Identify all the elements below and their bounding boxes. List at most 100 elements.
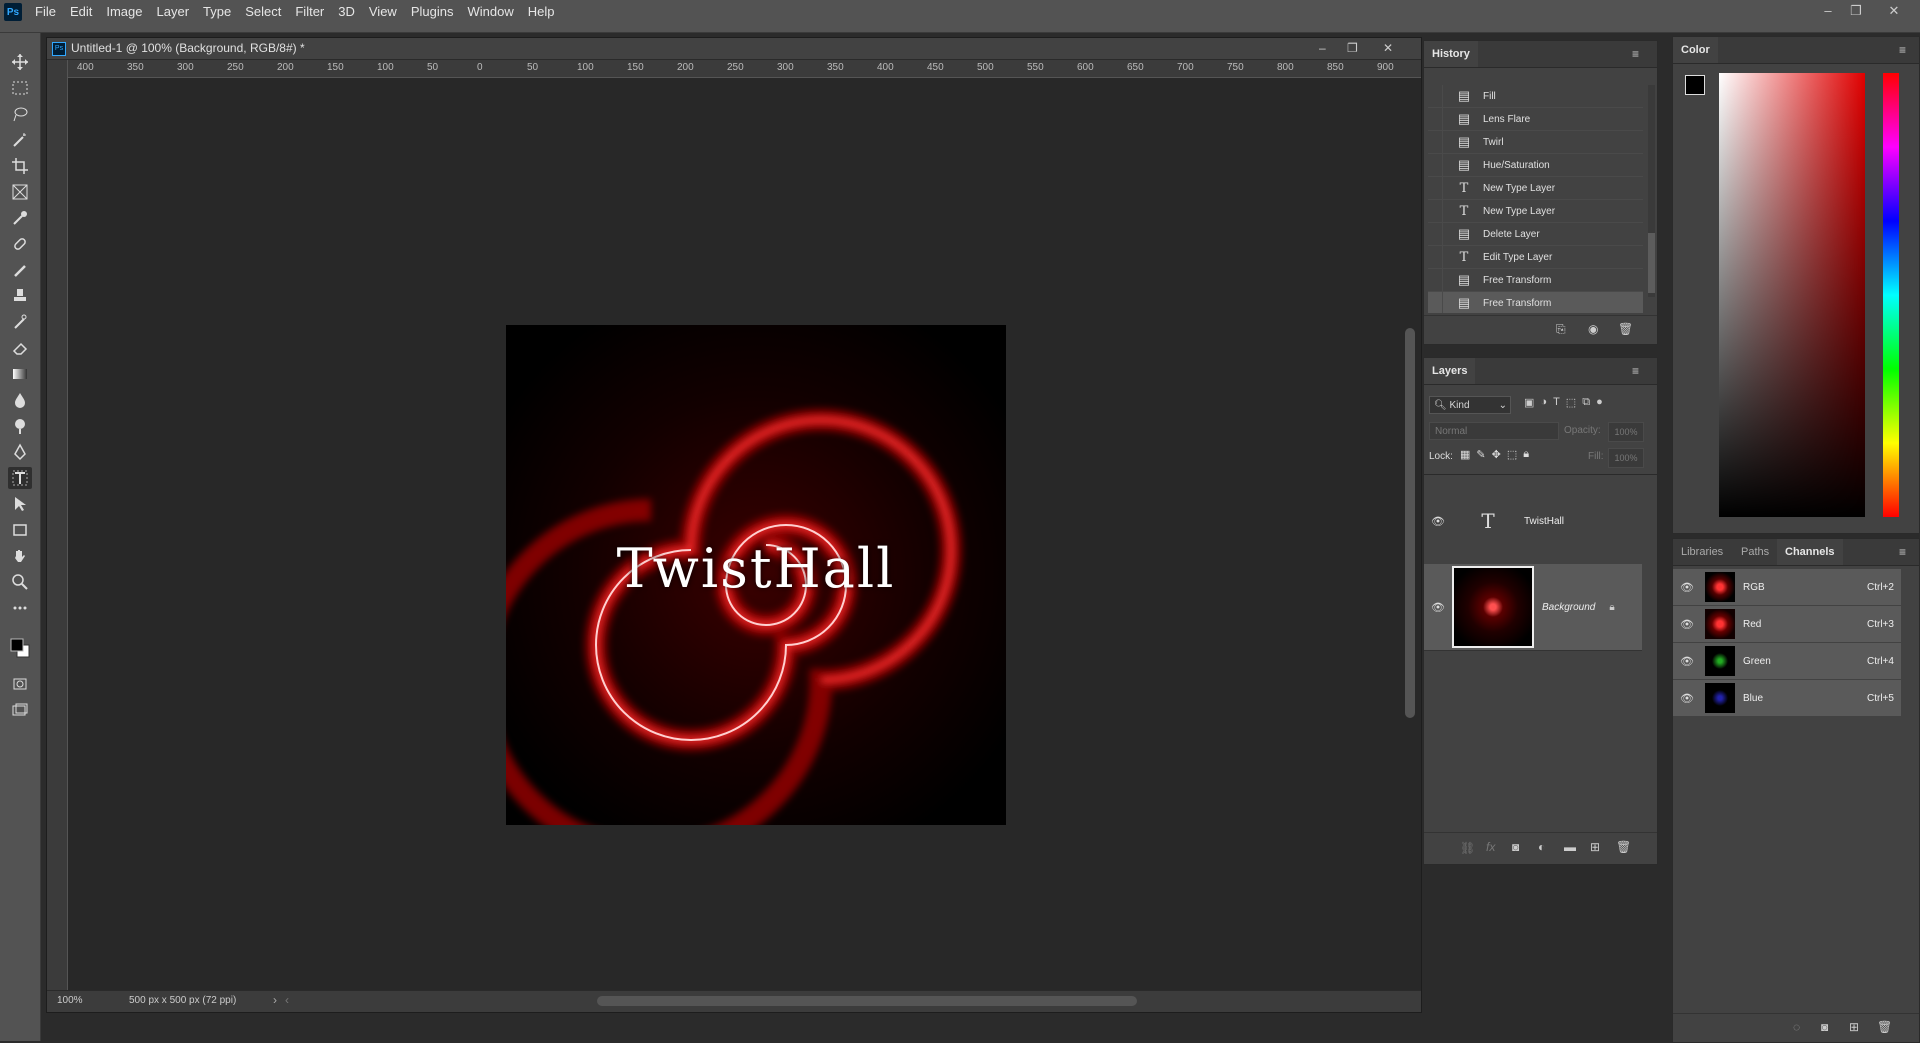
eyedropper-icon[interactable] [8,207,32,229]
filter-shape-icon[interactable]: ⬚ [1566,396,1576,414]
panel-menu-icon[interactable]: ≡ [1632,364,1639,378]
tab-libraries[interactable]: Libraries [1673,539,1731,565]
tab-layers[interactable]: Layers [1424,358,1476,384]
panel-menu-icon[interactable]: ≡ [1899,545,1906,559]
menu-layer[interactable]: Layer [150,0,197,24]
history-item[interactable]: T New Type Layer [1428,200,1643,223]
new-document-from-state-icon[interactable]: ⎘ [1556,322,1566,337]
brush-tool-icon[interactable] [8,259,32,281]
doc-minimize-button[interactable]: – [1319,38,1326,59]
app-close-button[interactable]: ✕ [1880,0,1908,22]
folder-icon[interactable]: ▬ [1564,840,1576,854]
filter-smart-object-icon[interactable]: ⧉ [1582,396,1590,414]
document-tab[interactable]: Ps Untitled-1 @ 100% (Background, RGB/8#… [47,38,1421,60]
trash-icon[interactable]: 🗑 [1877,1020,1892,1034]
history-source-checkbox[interactable] [1428,154,1443,176]
type-tool-icon[interactable] [8,467,32,489]
add-mask-icon[interactable]: ◙ [1512,840,1519,854]
panel-menu-icon[interactable]: ≡ [1632,47,1639,61]
panel-menu-icon[interactable]: ≡ [1899,43,1906,57]
eye-icon[interactable]: 👁︎ [1424,515,1452,528]
frame-tool-icon[interactable] [8,181,32,203]
quick-mask-icon[interactable] [8,673,32,695]
lock-transparent-icon[interactable]: ▦ [1460,448,1470,461]
history-item[interactable]: T New Type Layer [1428,177,1643,200]
history-source-checkbox[interactable] [1428,246,1443,268]
zoom-level[interactable]: 100% [57,995,83,1006]
horizontal-scrollbar[interactable] [597,996,1137,1006]
filter-adjustment-icon[interactable]: ◑ [1540,396,1547,414]
move-tool-icon[interactable] [8,51,32,73]
eye-icon[interactable]: 👁︎ [1673,692,1701,705]
menu-file[interactable]: File [28,0,63,24]
filter-toggle-icon[interactable]: ● [1596,396,1603,414]
tab-channels[interactable]: Channels [1777,539,1843,565]
healing-brush-icon[interactable] [8,233,32,255]
history-item[interactable]: ▤ Lens Flare [1428,108,1643,131]
eye-icon[interactable]: 👁︎ [1673,581,1701,594]
trash-icon[interactable]: 🗑 [1618,322,1633,336]
menu-edit[interactable]: Edit [63,0,99,24]
history-brush-icon[interactable] [8,311,32,333]
doc-close-button[interactable]: ✕ [1383,38,1393,59]
document-size-info[interactable]: 500 px x 500 px (72 ppi) [129,995,236,1006]
menu-window[interactable]: Window [460,0,520,24]
channel-row-blue[interactable]: 👁︎ Blue Ctrl+5 [1673,680,1901,717]
doc-restore-button[interactable]: ❐ [1347,38,1358,59]
path-selection-icon[interactable] [8,493,32,515]
hue-slider[interactable] [1883,73,1899,517]
eye-icon[interactable]: 👁︎ [1424,601,1452,614]
lock-artboard-icon[interactable]: ⬚ [1507,448,1517,461]
new-channel-icon[interactable]: ⊞ [1849,1020,1859,1034]
layer-row-background[interactable]: 👁︎ Background 🔒︎ [1424,564,1642,651]
history-source-checkbox[interactable] [1428,223,1443,245]
foreground-color-swatch[interactable] [1685,75,1705,95]
history-item[interactable]: T Edit Type Layer [1428,246,1643,269]
chevron-right-icon[interactable]: › [273,993,277,1007]
history-source-checkbox[interactable] [1428,200,1443,222]
menu-image[interactable]: Image [99,0,149,24]
blend-mode-select[interactable]: Normal [1429,422,1559,440]
menu-select[interactable]: Select [238,0,288,24]
layer-name[interactable]: TwistHall [1524,516,1564,527]
eraser-icon[interactable] [8,337,32,359]
rectangle-tool-icon[interactable] [8,519,32,541]
history-scrollbar[interactable] [1648,85,1655,297]
load-selection-icon[interactable]: ◌ [1793,1020,1800,1034]
tab-color[interactable]: Color [1673,37,1718,63]
channel-row-rgb[interactable]: 👁︎ RGB Ctrl+2 [1673,569,1901,606]
app-restore-button[interactable]: ❐ [1842,0,1870,22]
history-source-checkbox[interactable] [1428,85,1443,107]
adjustment-layer-icon[interactable]: ◐ [1538,840,1545,854]
more-tools-icon[interactable] [8,597,32,619]
history-source-checkbox[interactable] [1428,108,1443,130]
menu-filter[interactable]: Filter [288,0,331,24]
history-item[interactable]: ▤ Free Transform [1428,269,1643,292]
history-source-checkbox[interactable] [1428,292,1443,313]
canvas-area[interactable]: TwistHall [68,78,1398,990]
app-minimize-button[interactable]: – [1814,0,1842,22]
history-item[interactable]: ▤ Free Transform [1428,292,1643,313]
filter-pixel-icon[interactable]: ▣ [1524,396,1534,414]
filter-type-icon[interactable]: T [1553,396,1560,414]
save-selection-icon[interactable]: ◙ [1821,1020,1828,1034]
layer-name[interactable]: Background [1542,602,1595,613]
menu-type[interactable]: Type [196,0,238,24]
lock-position-icon[interactable]: ✥ [1492,448,1501,461]
tab-paths[interactable]: Paths [1733,539,1777,565]
vertical-ruler[interactable] [47,60,68,990]
blur-tool-icon[interactable] [8,389,32,411]
eye-icon[interactable]: 👁︎ [1673,655,1701,668]
history-item[interactable]: ▤ Hue/Saturation [1428,154,1643,177]
menu-view[interactable]: View [362,0,404,24]
lock-paint-icon[interactable]: ✎ [1476,448,1485,461]
layer-row-twisthall[interactable]: 👁︎ T TwistHall [1424,478,1642,565]
new-layer-icon[interactable]: ⊞ [1590,840,1600,854]
vertical-scrollbar[interactable] [1405,328,1415,718]
history-source-checkbox[interactable] [1428,177,1443,199]
magic-wand-icon[interactable] [8,129,32,151]
tab-history[interactable]: History [1424,41,1478,67]
fx-icon[interactable]: fx [1486,840,1495,854]
layer-filter-select[interactable]: 🔍︎ Kind ⌄ [1429,396,1511,414]
artwork-canvas[interactable]: TwistHall [506,325,1006,825]
